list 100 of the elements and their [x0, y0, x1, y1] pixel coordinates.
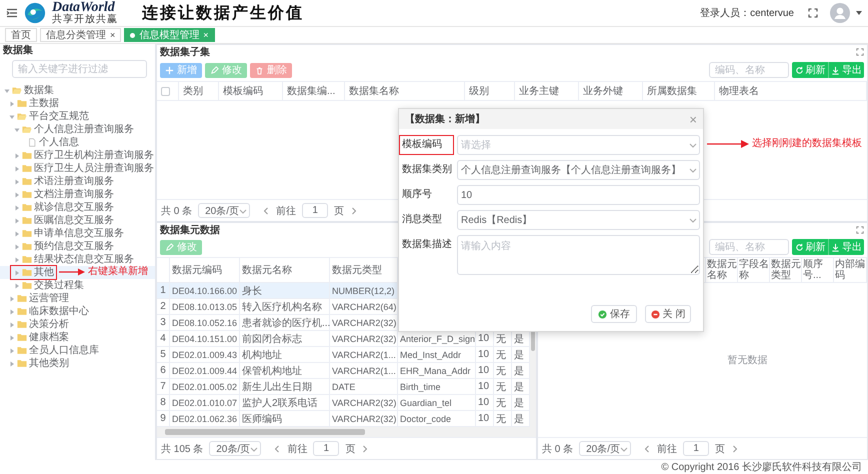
- expand-arrow-icon[interactable]: [8, 346, 16, 354]
- expand-arrow-icon[interactable]: [13, 242, 21, 250]
- expand-arrow-icon[interactable]: [13, 178, 21, 186]
- search-field[interactable]: 编码、名称: [709, 239, 789, 255]
- expand-arrow-icon[interactable]: [13, 126, 21, 134]
- expand-arrow-icon[interactable]: [8, 334, 16, 342]
- tree-item[interactable]: 健康档案: [0, 331, 155, 344]
- expand-arrow-icon[interactable]: [13, 190, 21, 198]
- tab[interactable]: 首页: [5, 28, 37, 42]
- previous-page-icon[interactable]: [643, 444, 652, 452]
- filter-field[interactable]: 输入关键字进行过滤: [12, 60, 147, 78]
- tree-item[interactable]: 运营管理: [0, 292, 155, 305]
- fullscreen-icon[interactable]: [808, 8, 818, 18]
- menu-icon[interactable]: [6, 8, 18, 18]
- page-input[interactable]: 1: [302, 203, 328, 218]
- checkbox[interactable]: [161, 86, 170, 96]
- save-button[interactable]: 保存: [591, 305, 637, 323]
- close-button[interactable]: 关 闭: [645, 305, 691, 323]
- expand-arrow-icon[interactable]: [13, 164, 21, 172]
- next-page-icon[interactable]: [361, 444, 370, 452]
- tree-item[interactable]: 申请单信息交互服务: [0, 227, 155, 240]
- slogan: 连接让数据产生价值: [142, 3, 304, 24]
- column-header: 模板编码: [219, 82, 283, 100]
- table-row[interactable]: 8 DE02.01.010.07 监护人2联系电话 VARCHAR2(32) Guardian_tel 10 无 是: [157, 395, 530, 411]
- tree-item[interactable]: 就诊信息交互服务: [0, 201, 155, 214]
- fullscreen-icon[interactable]: [856, 226, 864, 234]
- expand-arrow-icon[interactable]: [13, 152, 21, 160]
- tree-item[interactable]: 医疗卫生人员注册查询服务: [0, 162, 155, 175]
- row-number: 4: [157, 331, 170, 346]
- tree-item[interactable]: 医嘱信息交互服务: [0, 214, 155, 227]
- expand-arrow-icon[interactable]: [8, 294, 16, 302]
- page-size-select[interactable]: 20条/页: [579, 441, 632, 456]
- table-cell: 监护人2联系电话: [240, 395, 330, 410]
- table-cell: Guardian_tel: [398, 395, 476, 410]
- tree-item[interactable]: 个人信息注册查询服务: [0, 123, 155, 136]
- tab-close-button[interactable]: ×: [110, 30, 116, 40]
- page-size-select[interactable]: 20条/页: [209, 441, 262, 456]
- column-header: 数据元类型: [770, 258, 802, 282]
- expand-arrow-icon[interactable]: [13, 204, 21, 212]
- table-cell: 10: [476, 379, 494, 394]
- tree-item[interactable]: 其他类别: [0, 357, 155, 370]
- column-header: 数据集名称: [345, 82, 465, 100]
- table-row[interactable]: 9 DE02.01.062.36 医师编码 VARCHAR2(32) Doctor_code 10 无 是: [157, 411, 530, 427]
- tree-item[interactable]: 决策分析: [0, 318, 155, 331]
- select-field[interactable]: Redis【Redis】: [457, 210, 700, 230]
- expand-arrow-icon[interactable]: [8, 320, 16, 328]
- expand-arrow-icon[interactable]: [8, 360, 16, 368]
- tree-item[interactable]: 术语注册查询服务: [0, 175, 155, 188]
- textarea-field[interactable]: 请输入内容: [457, 235, 700, 275]
- field-label: 数据集描述: [402, 239, 452, 250]
- dot-icon: [130, 32, 136, 38]
- expand-arrow-icon[interactable]: [8, 112, 16, 120]
- avatar-icon[interactable]: [830, 3, 850, 23]
- caret-icon[interactable]: [856, 11, 862, 15]
- expand-arrow-icon[interactable]: [13, 216, 21, 224]
- expand-arrow-icon[interactable]: [8, 308, 16, 316]
- previous-page-icon[interactable]: [262, 206, 270, 214]
- tab[interactable]: 信息分类管理 ×: [40, 28, 122, 42]
- field-label: 数据集类别: [402, 164, 452, 175]
- search-field[interactable]: 编码、名称: [709, 62, 789, 78]
- expand-arrow-icon[interactable]: [8, 100, 16, 108]
- chevron-down-icon: [620, 444, 628, 452]
- table-row[interactable]: 7 DE02.01.005.02 新生儿出生日期 DATE Birth_time 10 无 是: [157, 379, 530, 395]
- scrollbar[interactable]: [157, 427, 536, 437]
- expand-arrow-icon[interactable]: [13, 268, 21, 276]
- expand-arrow-icon[interactable]: [13, 256, 21, 264]
- expand-arrow-icon[interactable]: [13, 230, 21, 238]
- previous-page-icon[interactable]: [273, 444, 282, 452]
- select-field[interactable]: 个人信息注册查询服务【个人信息注册查询服务】: [457, 160, 700, 180]
- field-label: 消息类型: [402, 214, 442, 225]
- tree-item[interactable]: 临床数据中心: [0, 305, 155, 318]
- scrollbar-thumb[interactable]: [165, 429, 365, 435]
- table-row[interactable]: 5 DE02.01.009.43 机构地址 VARCHAR2(1... Med_Inst_Addr 10 无 是: [157, 347, 530, 363]
- tree-item[interactable]: 主数据: [0, 97, 155, 110]
- tree-item[interactable]: 预约信息交互服务: [0, 240, 155, 253]
- input-field[interactable]: 10: [457, 185, 700, 205]
- next-page-icon[interactable]: [350, 206, 358, 214]
- tree-item[interactable]: 全员人口信息库: [0, 344, 155, 357]
- page-input[interactable]: 1: [683, 441, 710, 456]
- tree-item[interactable]: 文档注册查询服务: [0, 188, 155, 201]
- table-row[interactable]: 6 DE02.01.009.44 保管机构地址 VARCHAR2(1... EHR_Mana_Addr 10 无 是: [157, 363, 530, 379]
- tree-item[interactable]: 医疗卫生机构注册查询服务: [0, 149, 155, 162]
- page-size-select[interactable]: 20条/页: [198, 203, 250, 218]
- column-header: 顺序号...: [802, 258, 834, 282]
- tree-item[interactable]: 个人信息: [0, 136, 155, 149]
- page-input[interactable]: 1: [313, 441, 340, 456]
- expand-arrow-icon[interactable]: [3, 86, 11, 94]
- row-number: 8: [157, 395, 170, 410]
- table-row[interactable]: 4 DE04.10.151.00 前囟闭合标志 VARCHAR2(32) Anterior_F_D_sign 10 无 是: [157, 331, 530, 347]
- table-cell: DE02.01.009.44: [170, 363, 240, 378]
- tree-item[interactable]: 交换过程集: [0, 279, 155, 292]
- next-page-icon[interactable]: [731, 444, 740, 452]
- tree-item[interactable]: 平台交互规范: [0, 110, 155, 123]
- expand-arrow-icon[interactable]: [13, 282, 21, 290]
- select-field[interactable]: 请选择: [457, 135, 700, 155]
- tree-item[interactable]: 结果状态信息交互服务: [0, 253, 155, 266]
- panel-title: 数据集元数据: [160, 224, 220, 237]
- tree-item[interactable]: 数据集: [0, 84, 155, 97]
- row-number: 3: [157, 315, 170, 330]
- fullscreen-icon[interactable]: [856, 48, 864, 56]
